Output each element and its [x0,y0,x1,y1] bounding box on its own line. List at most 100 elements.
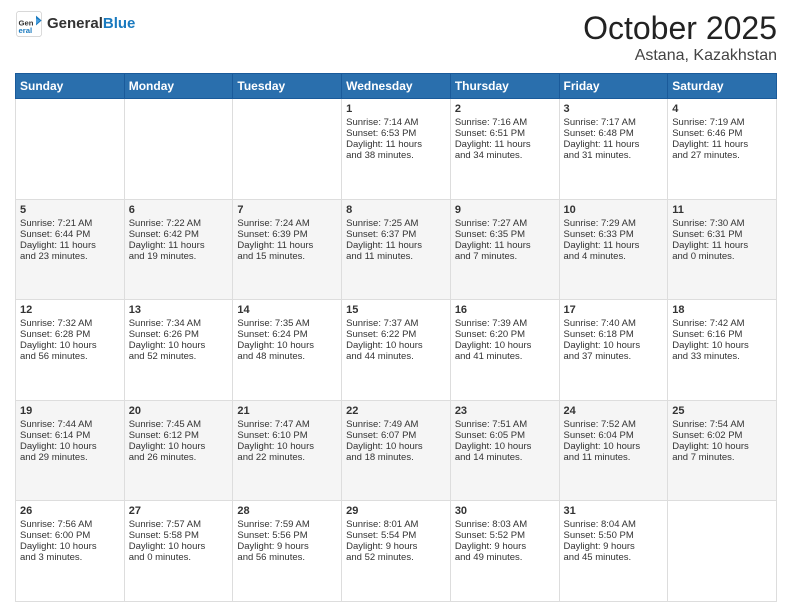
day-info: Sunrise: 7:22 AM [129,218,229,229]
day-info: Sunrise: 7:40 AM [564,318,664,329]
calendar-table: Sunday Monday Tuesday Wednesday Thursday… [15,73,777,602]
day-info: and 11 minutes. [346,251,446,262]
day-info: Sunrise: 7:16 AM [455,117,555,128]
day-info: and 45 minutes. [564,552,664,563]
calendar-cell: 15Sunrise: 7:37 AMSunset: 6:22 PMDayligh… [342,300,451,401]
day-info: Daylight: 11 hours [346,139,446,150]
calendar-cell: 18Sunrise: 7:42 AMSunset: 6:16 PMDayligh… [668,300,777,401]
calendar-cell: 23Sunrise: 7:51 AMSunset: 6:05 PMDayligh… [450,400,559,501]
day-info: and 31 minutes. [564,150,664,161]
day-info: Sunset: 6:37 PM [346,229,446,240]
day-info: Sunset: 6:07 PM [346,430,446,441]
day-info: Sunrise: 7:24 AM [237,218,337,229]
calendar-cell [233,99,342,200]
day-info: Sunset: 6:22 PM [346,329,446,340]
day-info: Sunset: 6:46 PM [672,128,772,139]
calendar-week-2: 12Sunrise: 7:32 AMSunset: 6:28 PMDayligh… [16,300,777,401]
day-info: Sunset: 6:16 PM [672,329,772,340]
day-info: and 7 minutes. [672,452,772,463]
day-info: Sunrise: 7:59 AM [237,519,337,530]
calendar-cell: 17Sunrise: 7:40 AMSunset: 6:18 PMDayligh… [559,300,668,401]
day-info: Daylight: 10 hours [237,340,337,351]
day-info: Sunset: 6:53 PM [346,128,446,139]
day-info: Daylight: 10 hours [20,340,120,351]
day-info: Daylight: 10 hours [129,340,229,351]
day-info: Sunrise: 7:17 AM [564,117,664,128]
calendar-cell [668,501,777,602]
calendar-cell: 4Sunrise: 7:19 AMSunset: 6:46 PMDaylight… [668,99,777,200]
header: Gen eral GeneralBlue October 2025 Astana… [15,10,777,65]
day-info: Sunrise: 7:35 AM [237,318,337,329]
day-info: Sunrise: 7:45 AM [129,419,229,430]
calendar-cell: 12Sunrise: 7:32 AMSunset: 6:28 PMDayligh… [16,300,125,401]
day-info: Daylight: 11 hours [346,240,446,251]
calendar-cell: 27Sunrise: 7:57 AMSunset: 5:58 PMDayligh… [124,501,233,602]
day-number: 11 [672,204,772,216]
day-info: Daylight: 10 hours [455,340,555,351]
day-info: and 49 minutes. [455,552,555,563]
calendar-cell: 5Sunrise: 7:21 AMSunset: 6:44 PMDaylight… [16,199,125,300]
calendar-cell [16,99,125,200]
day-info: and 48 minutes. [237,351,337,362]
day-info: Sunrise: 7:37 AM [346,318,446,329]
day-info: Sunset: 6:51 PM [455,128,555,139]
day-info: Sunset: 5:50 PM [564,530,664,541]
day-info: and 23 minutes. [20,251,120,262]
calendar-cell: 8Sunrise: 7:25 AMSunset: 6:37 PMDaylight… [342,199,451,300]
day-info: and 0 minutes. [129,552,229,563]
day-number: 6 [129,204,229,216]
calendar-cell: 21Sunrise: 7:47 AMSunset: 6:10 PMDayligh… [233,400,342,501]
day-number: 26 [20,505,120,517]
day-info: Sunrise: 7:42 AM [672,318,772,329]
day-info: Sunrise: 7:54 AM [672,419,772,430]
day-info: Daylight: 10 hours [20,541,120,552]
day-info: Sunset: 6:39 PM [237,229,337,240]
day-info: Daylight: 11 hours [564,240,664,251]
day-info: Daylight: 10 hours [455,441,555,452]
calendar-cell: 19Sunrise: 7:44 AMSunset: 6:14 PMDayligh… [16,400,125,501]
day-number: 3 [564,103,664,115]
logo-icon: Gen eral [15,10,43,38]
calendar-cell: 26Sunrise: 7:56 AMSunset: 6:00 PMDayligh… [16,501,125,602]
day-info: Daylight: 11 hours [672,139,772,150]
day-info: Sunrise: 7:51 AM [455,419,555,430]
day-info: Sunset: 6:10 PM [237,430,337,441]
calendar-week-0: 1Sunrise: 7:14 AMSunset: 6:53 PMDaylight… [16,99,777,200]
calendar-cell: 20Sunrise: 7:45 AMSunset: 6:12 PMDayligh… [124,400,233,501]
day-info: Sunset: 5:54 PM [346,530,446,541]
day-info: Sunrise: 7:57 AM [129,519,229,530]
day-info: and 41 minutes. [455,351,555,362]
day-info: Sunset: 6:48 PM [564,128,664,139]
day-info: Sunset: 6:42 PM [129,229,229,240]
col-saturday: Saturday [668,74,777,99]
col-friday: Friday [559,74,668,99]
calendar-cell: 16Sunrise: 7:39 AMSunset: 6:20 PMDayligh… [450,300,559,401]
day-info: and 29 minutes. [20,452,120,463]
day-info: and 44 minutes. [346,351,446,362]
day-info: and 52 minutes. [346,552,446,563]
header-row: Sunday Monday Tuesday Wednesday Thursday… [16,74,777,99]
day-info: and 52 minutes. [129,351,229,362]
day-info: Sunset: 6:02 PM [672,430,772,441]
day-info: Sunrise: 7:56 AM [20,519,120,530]
calendar-week-4: 26Sunrise: 7:56 AMSunset: 6:00 PMDayligh… [16,501,777,602]
calendar-cell: 30Sunrise: 8:03 AMSunset: 5:52 PMDayligh… [450,501,559,602]
day-info: Sunrise: 7:19 AM [672,117,772,128]
day-info: Sunrise: 7:30 AM [672,218,772,229]
col-tuesday: Tuesday [233,74,342,99]
day-number: 31 [564,505,664,517]
calendar-cell: 28Sunrise: 7:59 AMSunset: 5:56 PMDayligh… [233,501,342,602]
day-info: Sunrise: 7:39 AM [455,318,555,329]
day-info: Daylight: 11 hours [455,139,555,150]
day-info: Daylight: 9 hours [564,541,664,552]
day-info: Daylight: 11 hours [564,139,664,150]
day-info: Sunset: 5:52 PM [455,530,555,541]
day-number: 8 [346,204,446,216]
day-info: Daylight: 11 hours [129,240,229,251]
day-info: Sunset: 6:44 PM [20,229,120,240]
day-number: 10 [564,204,664,216]
day-info: Sunrise: 7:27 AM [455,218,555,229]
col-wednesday: Wednesday [342,74,451,99]
day-info: Sunset: 6:05 PM [455,430,555,441]
day-info: Sunrise: 7:34 AM [129,318,229,329]
